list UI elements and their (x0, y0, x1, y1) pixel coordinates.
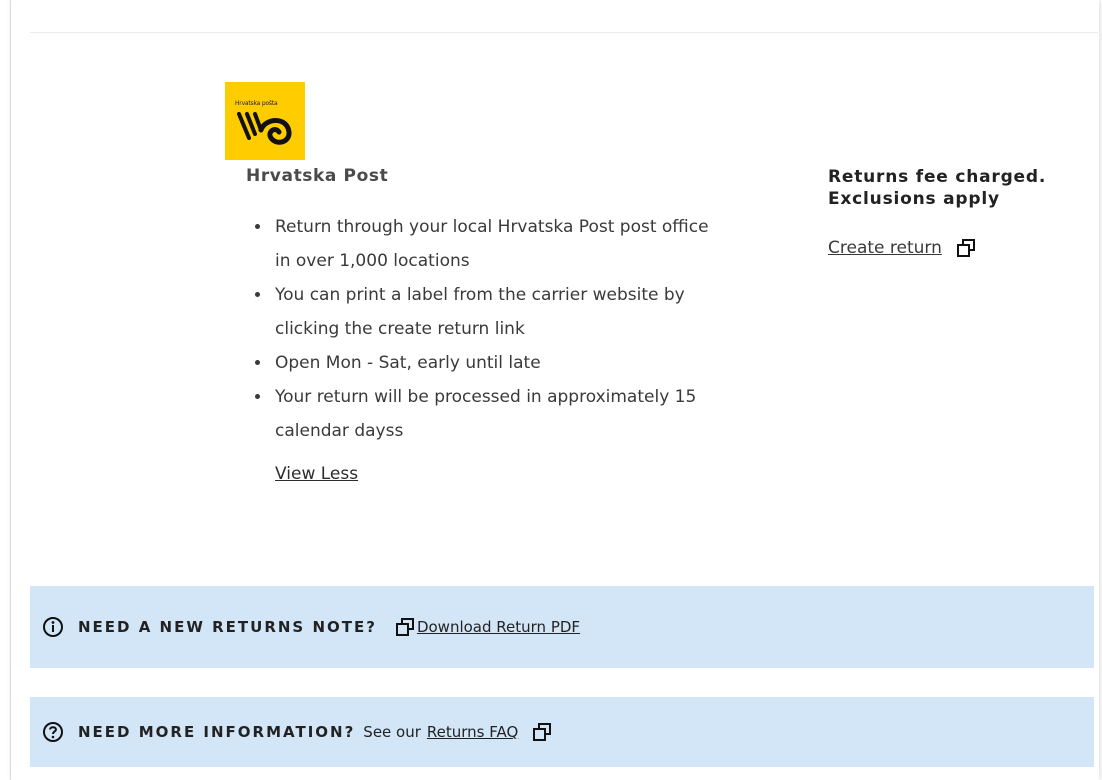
returns-note-heading: NEED A NEW RETURNS NOTE? (78, 618, 377, 636)
list-item: Open Mon - Sat, early until late (253, 346, 713, 380)
info-icon (42, 616, 64, 638)
returns-fee-note: Returns fee charged. Exclusions apply (828, 166, 1088, 210)
logo-wordmark: Hrvatska pošta (235, 100, 278, 107)
carrier-details-list: Return through your local Hrvatska Post … (253, 210, 713, 448)
returns-faq-link[interactable]: Returns FAQ (427, 723, 518, 741)
question-icon (42, 721, 64, 743)
carrier-name: Hrvatska Post (246, 166, 389, 186)
carrier-logo: Hrvatska pošta (225, 82, 305, 160)
fee-line: Returns fee charged. (828, 167, 1047, 187)
more-info-heading: NEED MORE INFORMATION? (78, 723, 356, 741)
list-item: Your return will be processed in approxi… (253, 380, 713, 448)
list-item: Return through your local Hrvatska Post … (253, 210, 713, 278)
exclusions-line: Exclusions apply (828, 189, 1000, 209)
divider (30, 32, 1098, 33)
see-our-text: See our (363, 723, 421, 741)
view-less-link[interactable]: View Less (275, 464, 358, 484)
returns-note-banner: NEED A NEW RETURNS NOTE? Download Return… (30, 586, 1094, 668)
list-item: You can print a label from the carrier w… (253, 278, 713, 346)
more-info-banner: NEED MORE INFORMATION? See our Returns F… (30, 697, 1094, 767)
create-return-label: Create return (828, 238, 942, 258)
post-horn-icon (237, 112, 292, 145)
create-return-link[interactable]: Create return (828, 238, 976, 258)
external-link-icon[interactable] (532, 722, 552, 742)
download-return-pdf-link[interactable]: Download Return PDF (417, 618, 580, 636)
external-link-icon[interactable] (395, 617, 415, 637)
external-link-icon (956, 239, 975, 257)
